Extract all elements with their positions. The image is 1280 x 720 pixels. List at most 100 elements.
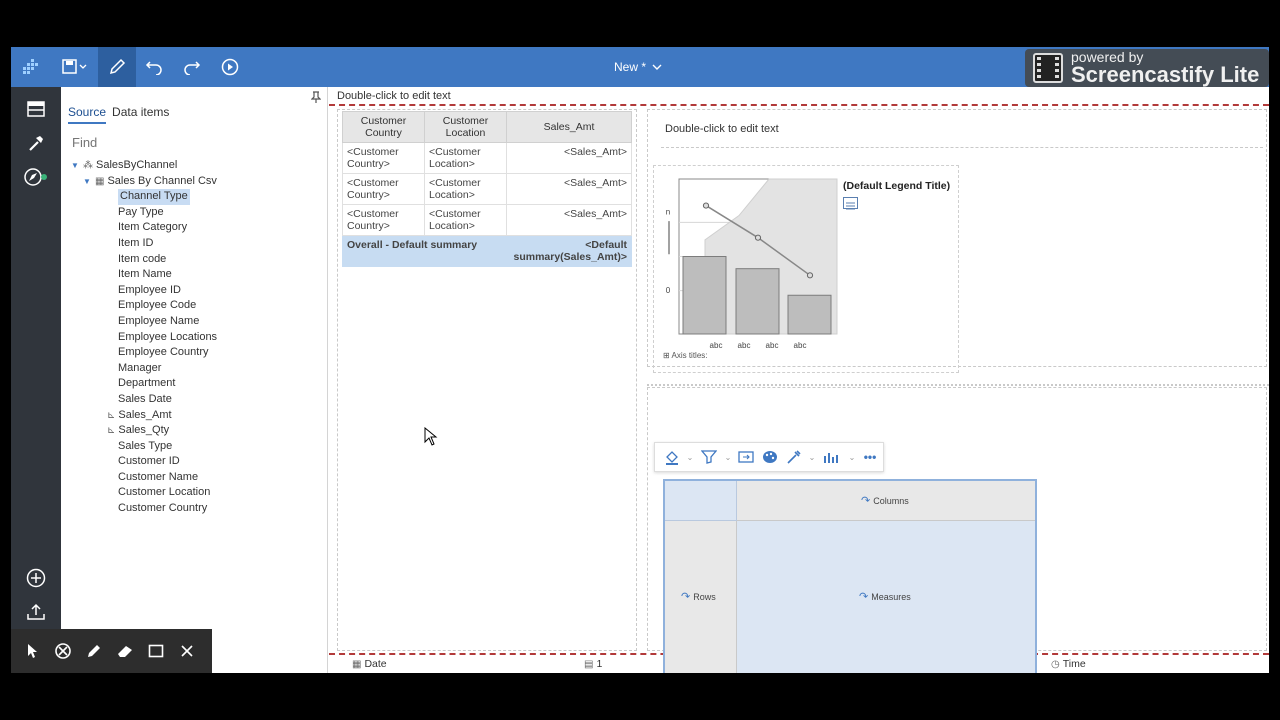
header-text-item[interactable]: Double-click to edit text [337,90,451,102]
footer-time[interactable]: ◷ Time [1051,658,1086,670]
column-header[interactable]: Customer Country [342,111,425,143]
list-report[interactable]: Customer Country Customer Location Sales… [342,111,632,267]
chevron-down-icon[interactable]: ⌄ [723,444,733,470]
tree-item[interactable]: Employee ID [71,283,217,299]
footer-page-number[interactable]: ▤ 1 [584,658,602,670]
tree-item[interactable]: Sales Type [71,439,217,455]
tree-item[interactable]: Customer Country [71,501,217,517]
table-cell[interactable]: <Customer Location> [424,142,507,174]
spotlight-icon[interactable] [47,629,78,673]
table-row[interactable]: <Customer Country> <Customer Location> <… [342,142,632,174]
tree-item[interactable]: Pay Type [71,205,217,221]
chart-text-divider [661,147,1263,148]
legend-title[interactable]: (Default Legend Title) [843,180,950,192]
column-header[interactable]: Customer Location [424,111,507,143]
tab-source[interactable]: Source [68,105,107,124]
pages-icon[interactable] [11,92,61,126]
column-header[interactable]: Sales_Amt [506,111,632,143]
chart-text-item[interactable]: Double-click to edit text [665,123,779,135]
swap-icon[interactable] [735,444,757,470]
tree-item[interactable]: Employee Locations [71,330,217,346]
footer-date-label: Date [364,658,387,670]
table-cell[interactable]: <Sales_Amt> [506,204,632,236]
add-icon[interactable] [11,561,61,595]
redo-button[interactable] [179,47,205,87]
columns-label: Columns [873,495,909,506]
expand-arrow-icon[interactable]: ▼ [71,158,83,174]
edit-pencil-button[interactable] [98,47,136,87]
chevron-down-icon[interactable]: ⌄ [847,444,857,470]
tree-item[interactable]: Item Name [71,267,217,283]
tree-item[interactable]: Item code [71,252,217,268]
summary-label[interactable]: Overall - Default summary [342,235,507,267]
find-input[interactable] [72,135,312,150]
crosstab-measures-drop-zone[interactable]: ↷ Measures [737,521,1035,673]
source-tree: ▼ ⁂ SalesByChannel ▼ ▦ Sales By Channel … [71,158,217,517]
tree-item[interactable]: ⊾ Sales_Qty [71,423,217,439]
tree-item[interactable]: Department [71,376,217,392]
tree-item-label: Sales Type [118,439,173,452]
table-cell[interactable]: <Sales_Amt> [506,142,632,174]
chart-svg[interactable]: n 0 abc abc abc abc [659,169,849,349]
fill-bucket-icon[interactable] [661,444,683,470]
crosstab-rows-drop-zone[interactable]: ↷ Rows [665,521,737,673]
pointer-icon[interactable] [16,629,47,673]
axis-titles-toggle[interactable]: ⊞ Axis titles: [663,351,708,360]
table-cell[interactable]: <Customer Country> [342,142,425,174]
tree-item[interactable]: Item ID [71,236,217,252]
rectangle-icon[interactable] [140,629,171,673]
chevron-down-icon[interactable]: ⌄ [685,444,695,470]
x-tick-label: abc [738,341,751,349]
tree-item[interactable]: Customer Name [71,470,217,486]
tab-data-items[interactable]: Data items [112,105,169,124]
crosstab-columns-drop-zone[interactable]: ↷ Columns [737,481,1035,521]
summary-value[interactable]: <Default summary(Sales_Amt)> [506,235,632,267]
more-options-icon[interactable]: ••• [859,444,881,470]
toolbox-icon[interactable] [11,126,61,160]
crosstab-corner[interactable] [665,481,737,521]
pen-icon[interactable] [78,629,109,673]
table-cell[interactable]: <Customer Location> [424,173,507,205]
tree-query-subject[interactable]: ▼ ▦ Sales By Channel Csv [71,174,217,190]
app-logo-icon[interactable] [17,47,43,87]
tree-item[interactable]: Item Category [71,220,217,236]
eraser-icon[interactable] [109,629,140,673]
document-title-menu[interactable]: New * [614,47,662,87]
tree-item-label: Department [118,377,176,390]
save-button[interactable] [57,47,93,87]
table-cell[interactable]: <Customer Country> [342,204,425,236]
pin-icon[interactable] [310,91,322,106]
upload-icon[interactable] [11,595,61,629]
undo-button[interactable] [141,47,167,87]
tree-item[interactable]: Employee Code [71,298,217,314]
navigate-compass-icon[interactable] [11,160,61,194]
tree-item-label: Employee ID [118,283,181,296]
expand-arrow-icon[interactable]: ▼ [83,174,95,190]
table-cell[interactable]: <Customer Location> [424,204,507,236]
legend-list-icon[interactable] [843,197,858,210]
tree-item[interactable]: ⊾ Sales_Amt [71,408,217,424]
table-cell[interactable]: <Sales_Amt> [506,173,632,205]
tree-item[interactable]: Customer Location [71,485,217,501]
tree-item[interactable]: Employee Name [71,314,217,330]
palette-icon[interactable] [759,444,781,470]
close-icon[interactable] [171,629,202,673]
chart-type-icon[interactable] [819,444,845,470]
tree-item[interactable]: Channel Type [71,189,217,205]
tree-item[interactable]: Manager [71,361,217,377]
run-button[interactable] [217,47,243,87]
footer-date[interactable]: ▦ Date [352,658,387,670]
tree-item-label: Customer Name [118,470,199,483]
chevron-down-icon[interactable]: ⌄ [807,444,817,470]
table-cell[interactable]: <Customer Country> [342,173,425,205]
table-row[interactable]: <Customer Country> <Customer Location> <… [342,173,632,205]
table-row[interactable]: <Customer Country> <Customer Location> <… [342,204,632,236]
summary-row[interactable]: Overall - Default summary <Default summa… [342,235,632,267]
filter-icon[interactable] [697,444,721,470]
eyedropper-icon[interactable] [783,444,805,470]
tree-item[interactable]: Sales Date [71,392,217,408]
crosstab[interactable]: ↷ Columns ↷ Rows ↷ Measures [663,479,1037,673]
tree-item[interactable]: Customer ID [71,454,217,470]
tree-item[interactable]: Employee Country [71,345,217,361]
tree-package[interactable]: ▼ ⁂ SalesByChannel [71,158,217,174]
